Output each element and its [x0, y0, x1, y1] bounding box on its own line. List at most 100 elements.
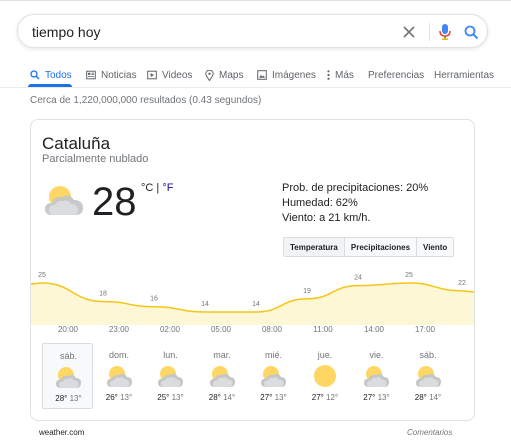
day-temperatures: 27° 13°: [248, 393, 299, 402]
tab-label: Videos: [162, 69, 193, 81]
daily-forecast: sáb. 28° 13° dom. 26° 13° lun. 25° 13° mar. 28°…: [42, 343, 467, 409]
feedback-link[interactable]: Comentarios: [407, 428, 452, 437]
weather-source: weather.com: [39, 428, 85, 437]
day-temperatures: 28° 14°: [403, 393, 454, 402]
weather-condition: Parcialmente nublado: [42, 153, 149, 165]
day-high: 27°: [363, 393, 376, 402]
more-vert-icon: [327, 70, 330, 80]
hour-label: 05:00: [210, 325, 232, 334]
day-low: 13°: [171, 393, 184, 402]
tab-videos[interactable]: Videos: [147, 64, 192, 86]
searchbox-divider: [429, 23, 430, 41]
day-high: 26°: [105, 393, 118, 402]
tab-label: Herramientas: [434, 69, 495, 81]
tab-maps[interactable]: Maps: [205, 64, 243, 86]
day-temperatures: 27° 12°: [300, 393, 351, 402]
map-pin-icon: [205, 69, 214, 81]
tab-label: Preferencias: [368, 69, 425, 81]
day-forecast[interactable]: vie. 27° 13°: [351, 343, 402, 409]
hour-label: 17:00: [414, 325, 436, 334]
temperature-point-label: 22: [458, 280, 466, 287]
unit-celsius[interactable]: °C: [141, 182, 153, 194]
hour-label: 08:00: [261, 325, 283, 334]
hour-axis: 20:00 23:00 02:00 05:00 08:00 11:00 14:00 17:00: [31, 325, 474, 339]
day-forecast[interactable]: sáb. 28° 13°: [42, 343, 93, 409]
day-forecast[interactable]: dom. 26° 13°: [94, 343, 145, 409]
clear-button[interactable]: [398, 21, 420, 43]
hour-label: 23:00: [108, 325, 130, 334]
tab-label: Más: [335, 69, 354, 81]
search-input[interactable]: [32, 22, 362, 42]
day-high: 25°: [157, 393, 170, 402]
partly-cloudy-icon: [261, 366, 286, 387]
day-forecast[interactable]: mié. 27° 13°: [248, 343, 299, 409]
day-temperatures: 27° 13°: [351, 393, 402, 402]
search-button[interactable]: [460, 21, 482, 43]
search-icon: [30, 70, 40, 80]
chart-tab-wind[interactable]: Viento: [417, 238, 454, 256]
partly-cloudy-icon: [415, 366, 441, 387]
partly-cloudy-icon: [45, 186, 83, 215]
unit-switcher: °C | °F: [141, 182, 173, 194]
chart-tab-precipitation[interactable]: Precipitaciones: [344, 238, 418, 256]
tab-herramientas[interactable]: Herramientas: [434, 64, 494, 86]
result-stats: Cerca de 1,220,000,000 resultados (0.43 …: [30, 95, 262, 106]
tab-todos[interactable]: Todos: [30, 64, 72, 86]
day-low: 14°: [429, 393, 442, 402]
day-name: mar.: [213, 350, 231, 360]
temperature-point-label: 14: [252, 301, 260, 308]
tab-imagenes[interactable]: Imágenes: [257, 64, 316, 86]
day-low: 12°: [326, 393, 339, 402]
current-temperature: 28: [92, 180, 137, 224]
day-forecast[interactable]: sáb. 28° 14°: [403, 343, 454, 409]
tab-label: Noticias: [101, 69, 137, 81]
tab-mas[interactable]: Más: [327, 64, 354, 86]
hour-label: 20:00: [57, 325, 79, 334]
day-name: mié.: [264, 350, 282, 360]
unit-fahrenheit[interactable]: °F: [162, 182, 173, 194]
day-low: 13°: [274, 393, 287, 402]
temperature-point-label: 24: [354, 275, 362, 282]
chart-tab-temperature[interactable]: Temperatura: [284, 238, 345, 256]
day-high: 28°: [414, 393, 427, 402]
day-temperatures: 26° 13°: [94, 393, 145, 402]
day-low: 13°: [377, 393, 390, 402]
day-name: sáb.: [59, 351, 77, 361]
search-box[interactable]: [17, 14, 488, 48]
day-high: 28°: [208, 393, 221, 402]
day-high: 27°: [311, 393, 324, 402]
voice-search-button[interactable]: [434, 21, 456, 43]
temperature-point-label: 25: [405, 272, 413, 279]
day-temperatures: 28° 14°: [197, 393, 248, 402]
tab-label: Maps: [219, 69, 244, 81]
hour-label: 14:00: [363, 325, 385, 334]
day-high: 27°: [260, 393, 273, 402]
temperature-point-label: 14: [201, 301, 209, 308]
day-low: 13°: [120, 393, 133, 402]
day-low: 14°: [223, 393, 236, 402]
day-forecast[interactable]: mar. 28° 14°: [197, 343, 248, 409]
microphone-icon: [439, 24, 451, 40]
tab-noticias[interactable]: Noticias: [86, 64, 137, 86]
close-icon: [403, 26, 415, 38]
tab-label: Imágenes: [272, 69, 316, 81]
video-icon: [147, 70, 157, 80]
day-temperatures: 25° 13°: [145, 393, 196, 402]
partly-cloudy-icon: [209, 366, 235, 387]
hour-label: 02:00: [159, 325, 181, 334]
tab-preferencias[interactable]: Preferencias: [368, 64, 424, 86]
partly-cloudy-icon: [158, 366, 183, 387]
humidity-text: Humedad: 62%: [282, 197, 358, 209]
temperature-chart: 25 18 16 14 14 19 24 25 22: [31, 272, 474, 325]
weather-details: Prob. de precipitaciones: 20% Humedad: 6…: [282, 181, 428, 226]
temperature-point-label: 25: [38, 272, 46, 279]
unit-separator: |: [153, 182, 163, 194]
day-forecast[interactable]: lun. 25° 13°: [145, 343, 196, 409]
day-name: sáb.: [419, 350, 437, 360]
tabs-divider: [0, 87, 511, 88]
wind-text: Viento: a 21 km/h.: [282, 212, 371, 224]
day-forecast[interactable]: jue. 27° 12°: [300, 343, 351, 409]
partly-cloudy-icon: [56, 367, 81, 388]
tab-label: Todos: [45, 69, 72, 81]
partly-cloudy-icon: [364, 366, 389, 387]
